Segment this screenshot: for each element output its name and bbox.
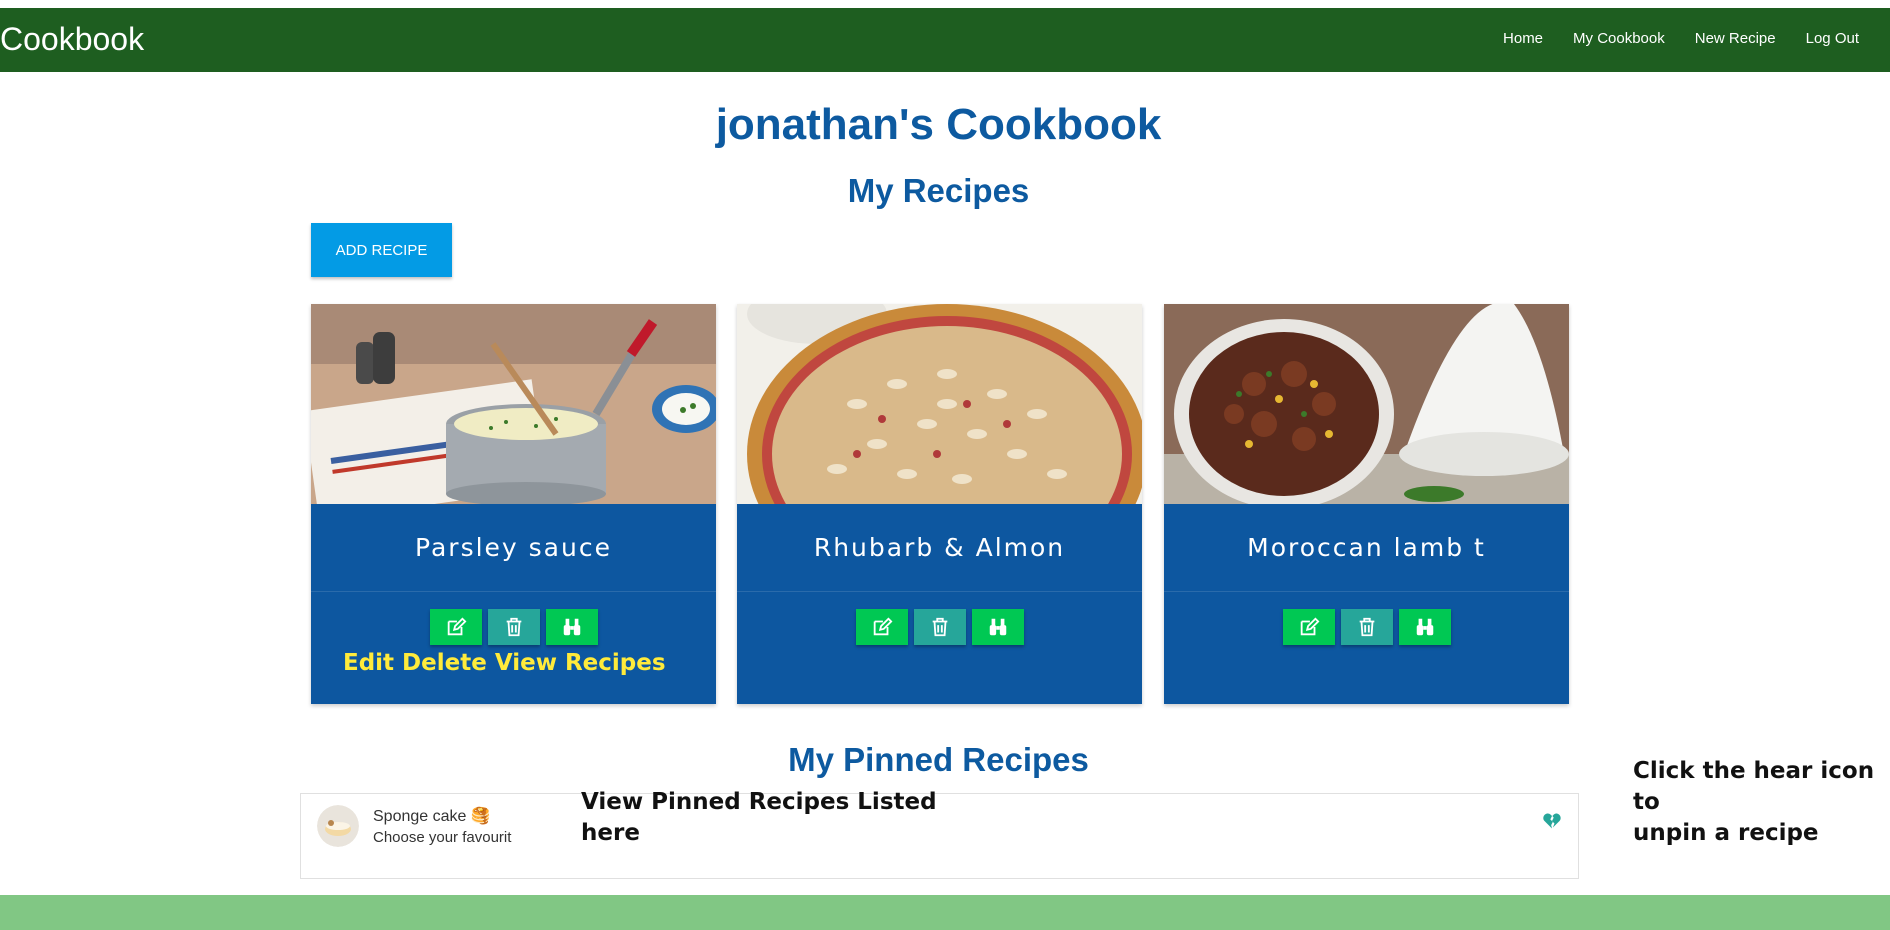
add-recipe-button[interactable]: ADD RECIPE — [311, 223, 452, 277]
nav-link-home[interactable]: Home — [1488, 30, 1558, 47]
nav-link-log-out[interactable]: Log Out — [1791, 30, 1874, 47]
recipe-image-moroccan-lamb[interactable] — [1164, 304, 1569, 504]
recipe-card: Moroccan lamb t — [1164, 304, 1569, 704]
trash-icon — [1359, 617, 1374, 637]
annotation-card-actions: Edit Delete View Recipes — [343, 650, 666, 676]
binoculars-icon — [1416, 618, 1433, 636]
binoculars-icon — [563, 618, 580, 636]
navbar: Cookbook Home My Cookbook New Recipe Log… — [0, 8, 1890, 72]
card-actions — [311, 609, 716, 645]
broken-heart-icon[interactable] — [1542, 811, 1562, 831]
pinned-recipe-item[interactable]: Sponge cake 🥞 Choose your favourit — [300, 793, 1579, 879]
recipe-card: Rhubarb & Almon — [737, 304, 1142, 704]
delete-recipe-button[interactable] — [1340, 609, 1393, 645]
annotation-pinned: View Pinned Recipes Listed here — [581, 789, 937, 846]
card-actions — [1164, 609, 1569, 645]
recipe-image-rhubarb-almond[interactable] — [737, 304, 1142, 504]
pinned-recipes-heading: My Pinned Recipes — [788, 741, 1089, 778]
view-recipe-button[interactable] — [545, 609, 598, 645]
pinned-recipe-title: Sponge cake 🥞 — [373, 808, 491, 825]
edit-icon — [1300, 617, 1319, 636]
my-recipes-heading: My Recipes — [847, 172, 1030, 209]
recipe-card: Parsley sauce — [311, 304, 716, 704]
nav-link-my-cookbook[interactable]: My Cookbook — [1558, 30, 1680, 47]
nav-links: Home My Cookbook New Recipe Log Out — [1488, 30, 1874, 47]
view-recipe-button[interactable] — [1398, 609, 1451, 645]
recipe-title: Rhubarb & Almon — [737, 504, 1142, 592]
nav-link-new-recipe[interactable]: New Recipe — [1680, 30, 1791, 47]
trash-icon — [506, 617, 521, 637]
annotation-unpin: Click the hear icon to unpin a recipe — [1633, 758, 1875, 846]
recipe-title: Moroccan lamb t — [1164, 504, 1569, 592]
trash-icon — [932, 617, 947, 637]
avatar — [317, 805, 359, 847]
edit-recipe-button[interactable] — [429, 609, 482, 645]
card-actions — [737, 609, 1142, 645]
recipe-image-parsley-sauce[interactable] — [311, 304, 716, 504]
binoculars-icon — [989, 618, 1006, 636]
edit-recipe-button[interactable] — [855, 609, 908, 645]
top-strip — [0, 0, 1890, 8]
edit-recipe-button[interactable] — [1282, 609, 1335, 645]
edit-icon — [447, 617, 466, 636]
view-recipe-button[interactable] — [971, 609, 1024, 645]
pinned-recipe-subtitle: Choose your favourit — [373, 829, 512, 846]
edit-icon — [873, 617, 892, 636]
brand-logo[interactable]: Cookbook — [0, 21, 144, 58]
recipe-title: Parsley sauce — [311, 504, 716, 592]
delete-recipe-button[interactable] — [487, 609, 540, 645]
footer — [0, 895, 1890, 930]
page-title: jonathan's Cookbook — [715, 100, 1162, 149]
delete-recipe-button[interactable] — [913, 609, 966, 645]
